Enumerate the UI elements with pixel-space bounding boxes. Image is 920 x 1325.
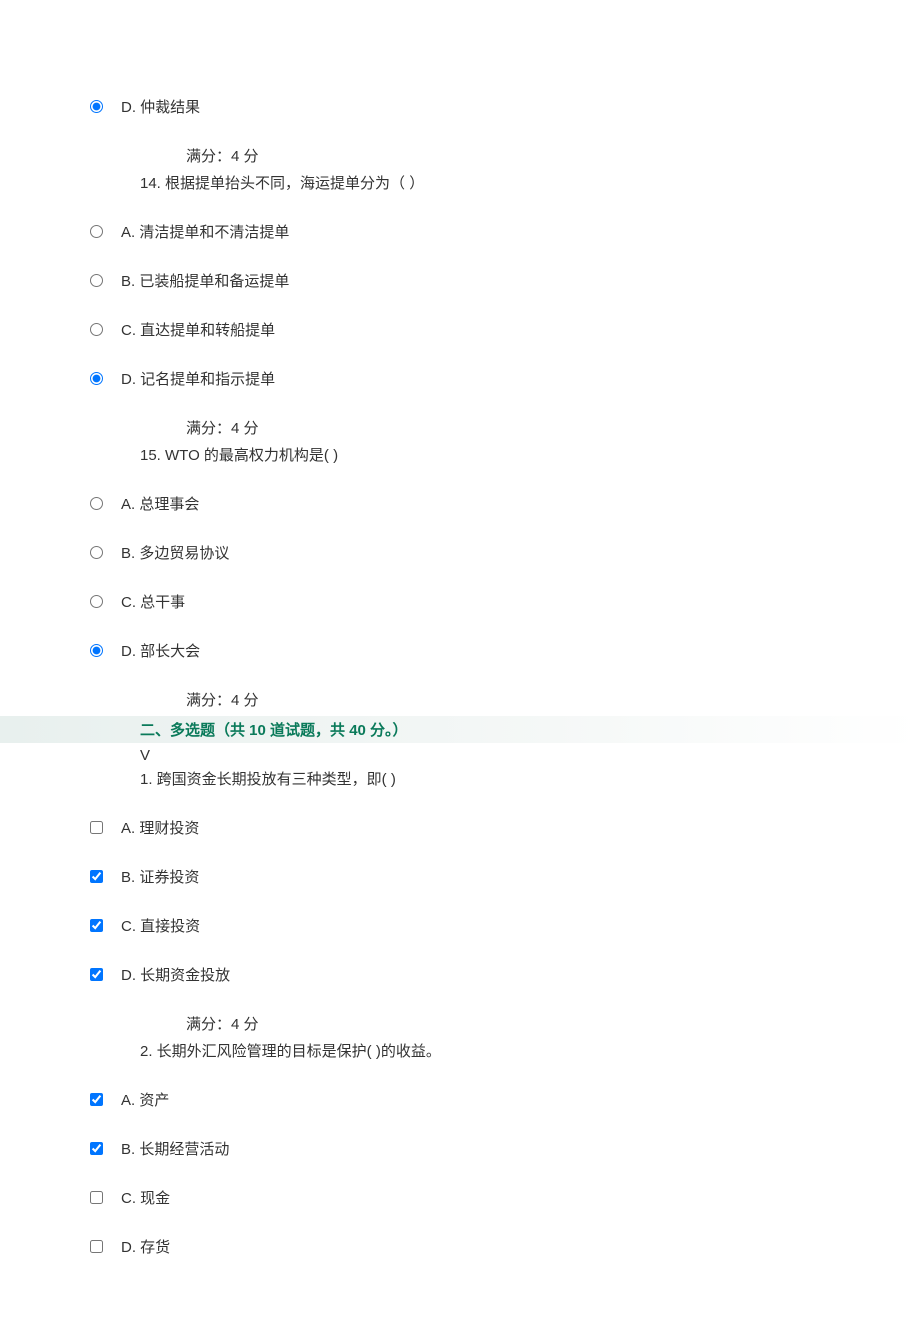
mq2-checkbox-a[interactable] <box>90 1093 103 1106</box>
q15-option-c-row: C. 总干事 <box>0 591 920 612</box>
q15-option-a-label: A. 总理事会 <box>121 493 199 514</box>
mq1-option-b-label: B. 证券投资 <box>121 866 199 887</box>
q15-option-d-label: D. 部长大会 <box>121 640 200 661</box>
q14-option-a-label: A. 清洁提单和不清洁提单 <box>121 221 289 242</box>
q14-radio-d[interactable] <box>90 372 103 385</box>
mq1-checkbox-c[interactable] <box>90 919 103 932</box>
mq2-option-b-row: B. 长期经营活动 <box>0 1138 920 1159</box>
q14-option-b-row: B. 已装船提单和备运提单 <box>0 270 920 291</box>
mq2-text: 2. 长期外汇风险管理的目标是保护( )的收益。 <box>0 1040 920 1061</box>
mq2-option-a-label: A. 资产 <box>121 1089 169 1110</box>
q15-radio-a[interactable] <box>90 497 103 510</box>
q15-text: 15. WTO 的最高权力机构是( ) <box>0 444 920 465</box>
section-2-header: 二、多选题（共 10 道试题，共 40 分。） <box>0 716 920 743</box>
q13-option-d-row: D. 仲裁结果 <box>0 96 920 117</box>
q14-radio-c[interactable] <box>90 323 103 336</box>
q15-option-a-row: A. 总理事会 <box>0 493 920 514</box>
q15-option-d-row: D. 部长大会 <box>0 640 920 661</box>
q14-option-d-row: D. 记名提单和指示提单 <box>0 368 920 389</box>
q14-option-a-row: A. 清洁提单和不清洁提单 <box>0 221 920 242</box>
q14-option-c-label: C. 直达提单和转船提单 <box>121 319 275 340</box>
mq2-option-b-label: B. 长期经营活动 <box>121 1138 229 1159</box>
q14-option-d-label: D. 记名提单和指示提单 <box>121 368 275 389</box>
mq1-checkbox-a[interactable] <box>90 821 103 834</box>
q13-score: 满分：4 分 <box>0 145 920 166</box>
mq1-option-d-row: D. 长期资金投放 <box>0 964 920 985</box>
q14-text: 14. 根据提单抬头不同，海运提单分为（ ） <box>0 172 920 193</box>
q15-option-c-label: C. 总干事 <box>121 591 185 612</box>
mq1-option-c-row: C. 直接投资 <box>0 915 920 936</box>
mq1-option-c-label: C. 直接投资 <box>121 915 200 936</box>
q14-option-c-row: C. 直达提单和转船提单 <box>0 319 920 340</box>
mq1-option-a-label: A. 理财投资 <box>121 817 199 838</box>
q15-radio-d[interactable] <box>90 644 103 657</box>
page-container: D. 仲裁结果 满分：4 分 14. 根据提单抬头不同，海运提单分为（ ） A.… <box>0 40 920 1257</box>
mq2-option-d-row: D. 存货 <box>0 1236 920 1257</box>
mq1-score: 满分：4 分 <box>0 1013 920 1034</box>
mq2-option-c-row: C. 现金 <box>0 1187 920 1208</box>
q13-radio-d[interactable] <box>90 100 103 113</box>
mq2-option-a-row: A. 资产 <box>0 1089 920 1110</box>
mq1-text: 1. 跨国资金长期投放有三种类型，即( ) <box>0 768 920 789</box>
q14-radio-b[interactable] <box>90 274 103 287</box>
q14-option-b-label: B. 已装船提单和备运提单 <box>121 270 289 291</box>
mq1-option-b-row: B. 证券投资 <box>0 866 920 887</box>
mq1-checkbox-d[interactable] <box>90 968 103 981</box>
mq1-option-a-row: A. 理财投资 <box>0 817 920 838</box>
q13-option-d-label: D. 仲裁结果 <box>121 96 200 117</box>
mq2-option-c-label: C. 现金 <box>121 1187 170 1208</box>
q15-option-b-label: B. 多边贸易协议 <box>121 542 229 563</box>
mq2-checkbox-b[interactable] <box>90 1142 103 1155</box>
mq2-option-d-label: D. 存货 <box>121 1236 170 1257</box>
mq2-checkbox-d[interactable] <box>90 1240 103 1253</box>
mq2-checkbox-c[interactable] <box>90 1191 103 1204</box>
q15-option-b-row: B. 多边贸易协议 <box>0 542 920 563</box>
q15-radio-c[interactable] <box>90 595 103 608</box>
q15-radio-b[interactable] <box>90 546 103 559</box>
q14-radio-a[interactable] <box>90 225 103 238</box>
mq1-option-d-label: D. 长期资金投放 <box>121 964 230 985</box>
section-2-v: V <box>0 747 920 764</box>
q14-score: 满分：4 分 <box>0 417 920 438</box>
mq1-checkbox-b[interactable] <box>90 870 103 883</box>
q15-score: 满分：4 分 <box>0 689 920 710</box>
